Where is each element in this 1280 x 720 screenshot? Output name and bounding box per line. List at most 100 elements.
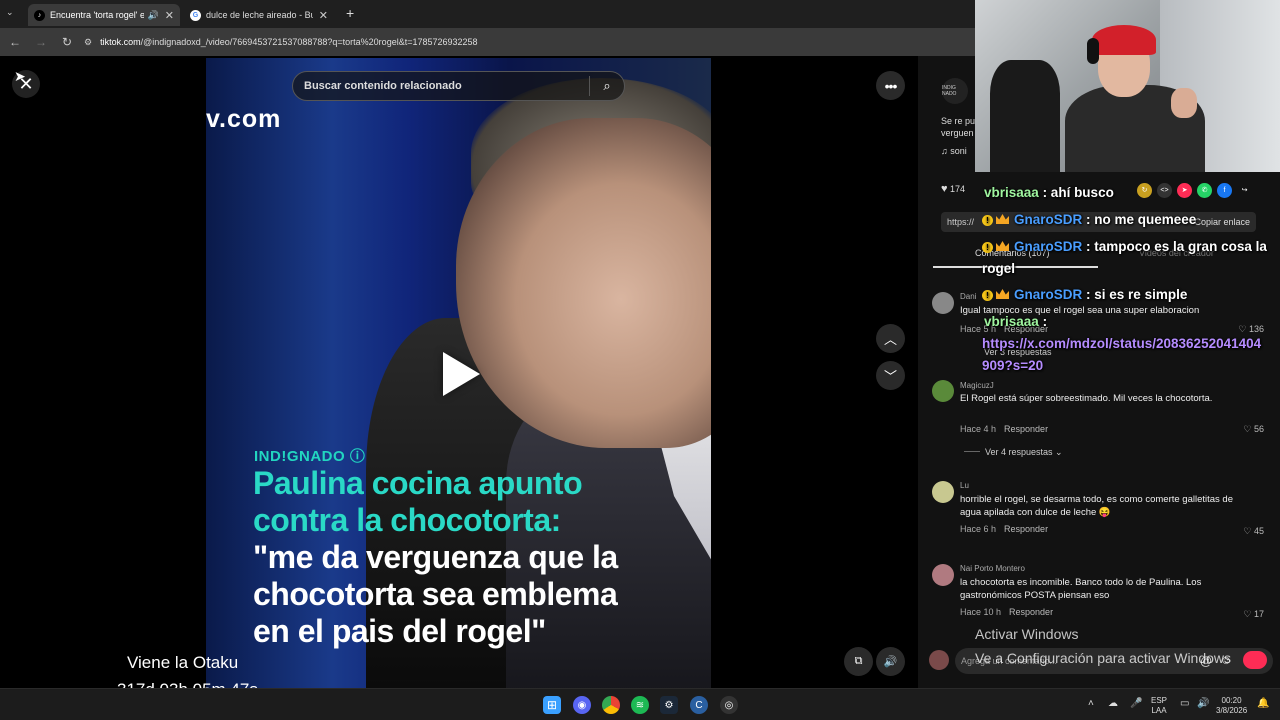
avatar[interactable] (932, 481, 954, 503)
share-icons: ↻ <> ➤ ✆ f ↪ (1137, 183, 1252, 198)
copy-link-button[interactable]: Copiar enlace (1194, 217, 1250, 227)
headline-line: Paulina cocina apunto (253, 465, 583, 501)
crown-icon (996, 241, 1009, 251)
obs-icon[interactable]: ◎ (720, 696, 738, 714)
quote-line: chocotorta sea emblema (253, 576, 618, 612)
video-link[interactable]: https:// (947, 217, 974, 227)
facebook-icon[interactable]: f (1217, 183, 1232, 198)
chat-message: ! GnaroSDR : tampoco es la gran cosa la (982, 239, 1267, 254)
reply-button[interactable]: Responder (1009, 607, 1053, 617)
video-headline: Paulina cocina apunto contra la chocotor… (253, 465, 583, 539)
heart-icon: ♡ (1243, 526, 1252, 536)
search-icon[interactable]: ⌕ (590, 78, 624, 94)
webcam-overlay (975, 0, 1280, 172)
speaker-icon[interactable]: 🔊 (148, 10, 159, 21)
pip-icon[interactable]: ⧉ (844, 647, 873, 676)
comment-like-count: 45 (1253, 526, 1264, 536)
view-replies[interactable]: Ver 4 respuestas ⌄ (964, 447, 1063, 458)
tab-google[interactable]: G dulce de leche aireado - Buscar con Go… (184, 4, 334, 26)
chat-link-continued[interactable]: 909?s=20 (982, 358, 1043, 373)
comment-likes[interactable]: ♡ 56 (1243, 424, 1264, 435)
discord-icon[interactable]: ◉ (573, 696, 591, 714)
badge-icon: ! (982, 242, 993, 253)
chat-text: : (1042, 314, 1048, 329)
forward-icon[interactable]: → (30, 35, 52, 49)
chat-user: vbrisaaa (984, 314, 1039, 329)
chat-message: vbrisaaa : ahí busco (984, 185, 1114, 200)
reload-icon[interactable]: ↻ (56, 35, 78, 49)
chat-text: : si es re simple (1086, 287, 1188, 302)
steam-icon[interactable]: ⚙ (660, 696, 678, 714)
reply-button[interactable]: Responder (1004, 524, 1048, 534)
more-options-icon[interactable]: ••• (876, 71, 905, 100)
chat-text: : ahí busco (1042, 185, 1114, 200)
tray-display-icon[interactable]: ▭ (1180, 699, 1189, 709)
chrome-icon[interactable] (602, 696, 620, 714)
chat-link[interactable]: https://x.com/mdzol/status/2083625204140… (982, 336, 1261, 351)
clock[interactable]: 00:20 3/8/2026 (1216, 696, 1247, 716)
badge-icon: ! (982, 290, 993, 301)
send-icon[interactable]: ➤ (1177, 183, 1192, 198)
whatsapp-icon[interactable]: ✆ (1197, 183, 1212, 198)
previous-video-icon[interactable]: ︿ (876, 324, 905, 353)
chat-message: ! GnaroSDR : no me quemeee (982, 212, 1196, 227)
comment-author[interactable]: Lu (960, 481, 969, 490)
heart-icon: ♡ (1243, 609, 1252, 619)
new-tab-button[interactable]: + (346, 5, 354, 21)
comment-likes[interactable]: ♡ 136 (1238, 324, 1264, 335)
volume-icon[interactable]: 🔊 (876, 647, 905, 676)
chat-message: vbrisaaa : (984, 314, 1047, 329)
share-arrow-icon[interactable]: ↪ (1237, 183, 1252, 198)
description-line: Se re pu (941, 116, 976, 126)
tab-label: dulce de leche aireado - Buscar con Goog… (206, 10, 313, 20)
ccleaner-icon[interactable]: C (690, 696, 708, 714)
replies-divider (964, 451, 980, 452)
comment-meta: Hace 6 h Responder (960, 524, 1048, 534)
avatar[interactable] (932, 292, 954, 314)
heart-icon[interactable]: ♥ (941, 183, 948, 195)
tray-volume-icon[interactable]: 🔊 (1197, 699, 1209, 709)
video-description: Se re pu verguen (941, 115, 975, 139)
video-brand: IND!GNADO ⓘ (254, 448, 366, 465)
tray-network-icon[interactable]: ☁ (1108, 699, 1118, 709)
avatar[interactable] (932, 564, 954, 586)
webcam-hand (1171, 88, 1197, 118)
notification-icon[interactable]: 🔔 (1257, 699, 1269, 709)
close-tab-icon[interactable]: ✕ (165, 9, 174, 22)
close-tab-icon[interactable]: ✕ (319, 9, 328, 22)
tray-mic-icon[interactable]: 🎤 (1130, 699, 1142, 709)
windows-start-icon[interactable]: ⊞ (543, 696, 561, 714)
related-search-input[interactable]: Buscar contenido relacionado ⌕ (292, 71, 625, 101)
tab-tiktok[interactable]: ♪ Encuentra 'torta rogel' en TikTok 🔊 ✕ (28, 4, 180, 26)
url-host: tiktok.com (100, 37, 141, 47)
reply-button[interactable]: Responder (1004, 424, 1048, 434)
creator-avatar[interactable]: INDIG NADO (942, 78, 968, 104)
like-count-value: 174 (950, 184, 966, 194)
next-video-icon[interactable]: ﹀ (876, 361, 905, 390)
comment-text: la chocotorta es incomible. Banco todo l… (960, 577, 1202, 601)
comment-author[interactable]: Nai Porto Montero (960, 564, 1025, 573)
play-icon[interactable] (443, 352, 480, 396)
comment-author[interactable]: MagicuzJ (960, 381, 994, 390)
comment-likes[interactable]: ♡ 17 (1243, 609, 1264, 620)
heart-icon: ♡ (1238, 324, 1247, 334)
comment-author[interactable]: Dani (960, 292, 976, 301)
site-info-icon[interactable]: ⚙ (84, 37, 92, 48)
tray-chevron-icon[interactable]: ˄ (1088, 699, 1094, 709)
comment-time: Hace 6 h (960, 524, 997, 534)
like-count[interactable]: ♥ 174 (941, 183, 965, 195)
url-field[interactable]: tiktok.com/@indignadoxd_/video/766945372… (100, 37, 477, 47)
spotify-icon[interactable]: ≋ (631, 696, 649, 714)
repost-icon[interactable]: ↻ (1137, 183, 1152, 198)
comment-like-count: 56 (1253, 424, 1264, 434)
avatar[interactable] (932, 380, 954, 402)
embed-icon[interactable]: <> (1157, 183, 1172, 198)
comment-likes[interactable]: ♡ 45 (1243, 526, 1264, 537)
tab-list-chevron-icon[interactable]: ⌄ (6, 7, 14, 18)
post-comment-button[interactable] (1243, 651, 1267, 669)
back-icon[interactable]: ← (4, 35, 26, 49)
language-indicator[interactable]: ESP LAA (1151, 696, 1167, 716)
sound-link[interactable]: ♫ soni (941, 146, 967, 156)
webcam-cap (1092, 25, 1156, 55)
activate-windows-subtitle: Ve a Configuración para activar Windows (975, 650, 1232, 666)
